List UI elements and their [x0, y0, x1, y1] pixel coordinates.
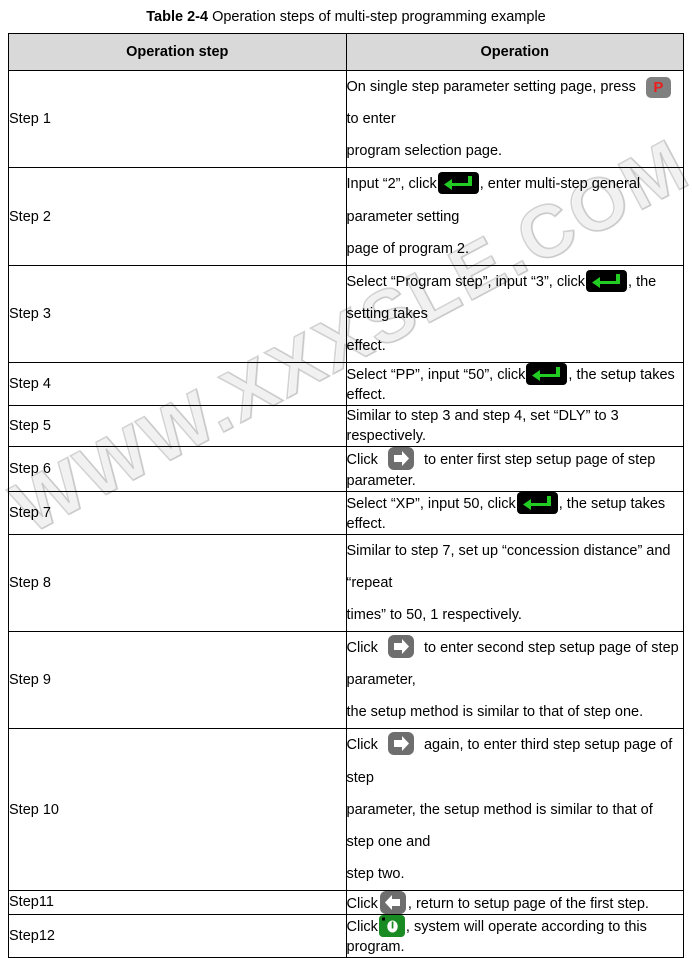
step-label: Step 4: [8, 362, 347, 407]
operation-text: Input “2”, click: [346, 176, 437, 193]
table-body: Step 1 On single step parameter setting …: [8, 69, 684, 958]
operation-text: Click: [346, 452, 382, 469]
step-label: Step11: [8, 889, 347, 915]
operation-text: Click: [346, 737, 382, 754]
step-label: Step 10: [8, 728, 347, 891]
operation-line: On single step parameter setting page, p…: [347, 71, 684, 135]
operation-line: Click to enter first step setup page of …: [347, 447, 684, 490]
step-label: Step 1: [8, 69, 347, 169]
step-label: Step 7: [8, 490, 347, 536]
operation-cell: Click , return to setup page of the first…: [345, 889, 684, 915]
table-row: Step 2 Input “2”, click, enter multi-ste…: [8, 167, 684, 266]
operation-line: Input “2”, click, enter multi-step gener…: [347, 168, 684, 232]
enter-key-icon[interactable]: [516, 491, 558, 514]
operation-line: program selection page.: [346, 143, 503, 160]
enter-key-icon[interactable]: [437, 172, 479, 195]
operation-line: Similar to step 7, set up “concession di…: [346, 543, 671, 592]
operation-cell: Select “PP”, input “50”, click, the setu…: [345, 362, 684, 407]
table-row: Step 3 Select “Program step”, input “3”,…: [8, 264, 684, 364]
step-label: Step 3: [8, 264, 347, 364]
operation-cell: Click again, to enter third step setup p…: [345, 728, 684, 891]
operation-line: step two.: [346, 865, 405, 882]
program-key-icon[interactable]: P: [645, 76, 671, 98]
operation-line: Click again, to enter third step setup p…: [347, 729, 684, 793]
operation-text: Select “PP”, input “50”, click: [346, 367, 526, 384]
operation-text: Select “Program step”, input “3”, click: [346, 273, 586, 290]
step-label: Step 6: [8, 446, 347, 492]
table-row: Step 8 Similar to step 7, set up “conces…: [8, 534, 684, 633]
run-key-icon[interactable]: [378, 914, 405, 937]
enter-key-icon[interactable]: [586, 269, 628, 292]
step-label: Step 9: [8, 631, 347, 730]
operation-steps-table: Operation step Operation Step 1 On singl…: [8, 33, 684, 958]
table-row: Step 4 Select “PP”, input “50”, click, t…: [8, 362, 684, 407]
table-row: Step 6 Click to enter first step setup p…: [8, 446, 684, 492]
step-label: Step 8: [8, 534, 347, 633]
operation-line: Similar to step 3 and step 4, set “DLY” …: [346, 408, 619, 445]
enter-key-icon[interactable]: [526, 363, 568, 386]
right-arrow-key-icon[interactable]: [387, 635, 414, 659]
table-header-row: Operation step Operation: [8, 33, 684, 71]
operation-text: On single step parameter setting page, p…: [346, 79, 640, 96]
operation-cell: Click, system will operate according to …: [345, 913, 684, 958]
operation-text: Select “XP”, input 50, click: [346, 495, 516, 512]
table-caption-text: Operation steps of multi-step programmin…: [208, 9, 546, 25]
step-label: Step12: [8, 913, 347, 958]
operation-line: Click , return to setup page of the first…: [346, 890, 684, 914]
operation-cell: Select “XP”, input 50, click, the setup …: [345, 490, 684, 536]
operation-line: Select “Program step”, input “3”, click,…: [347, 266, 684, 330]
left-arrow-key-icon[interactable]: [379, 890, 406, 914]
operation-cell: Select “Program step”, input “3”, click,…: [345, 264, 684, 364]
operation-line: times” to 50, 1 respectively.: [346, 607, 522, 624]
table-row: Step11 Click , return to setup page of th…: [8, 889, 684, 915]
operation-cell: Click to enter first step setup page of …: [345, 446, 684, 492]
table-row: Step 9 Click to enter second step setup …: [8, 631, 684, 730]
column-header-operation-step: Operation step: [8, 33, 347, 71]
operation-line: Select “PP”, input “50”, click, the setu…: [347, 363, 684, 405]
step-label: Step 2: [8, 167, 347, 266]
operation-line: Click to enter second step setup page of…: [347, 632, 684, 696]
operation-line: Select “XP”, input 50, click, the setup …: [346, 491, 684, 534]
table-row: Step 10 Click again, to enter third step…: [8, 728, 684, 891]
right-arrow-key-icon[interactable]: [387, 447, 414, 471]
operation-line: effect.: [346, 338, 386, 355]
operation-cell: Click to enter second step setup page of…: [345, 631, 684, 730]
operation-text: Click: [346, 640, 382, 657]
operation-text: , return to setup page of the first step…: [407, 895, 649, 912]
operation-cell: On single step parameter setting page, p…: [345, 69, 684, 169]
column-header-operation: Operation: [345, 33, 684, 71]
table-row: Step 5 Similar to step 3 and step 4, set…: [8, 405, 684, 448]
operation-cell: Similar to step 7, set up “concession di…: [345, 534, 684, 633]
table-caption-number: Table 2-4: [146, 9, 209, 25]
table-row: Step 1 On single step parameter setting …: [8, 69, 684, 169]
operation-line: Click, system will operate according to …: [346, 914, 684, 957]
operation-text: Click: [346, 919, 378, 936]
step-label: Step 5: [8, 405, 347, 448]
operation-line: page of program 2.: [346, 240, 470, 257]
operation-text: Click: [346, 895, 378, 912]
operation-cell: Similar to step 3 and step 4, set “DLY” …: [345, 405, 684, 448]
table-caption: Table 2-4 Operation steps of multi-step …: [0, 8, 692, 26]
right-arrow-key-icon[interactable]: [387, 732, 414, 756]
operation-line: parameter, the setup method is similar t…: [346, 801, 653, 850]
table-header: Operation step Operation: [8, 33, 684, 71]
table-row: Step12 Click, system will operate accord…: [8, 913, 684, 958]
table-row: Step 7 Select “XP”, input 50, click, the…: [8, 490, 684, 536]
operation-text: to enter: [346, 111, 396, 128]
operation-cell: Input “2”, click, enter multi-step gener…: [345, 167, 684, 266]
operation-line: the setup method is similar to that of s…: [346, 704, 644, 721]
